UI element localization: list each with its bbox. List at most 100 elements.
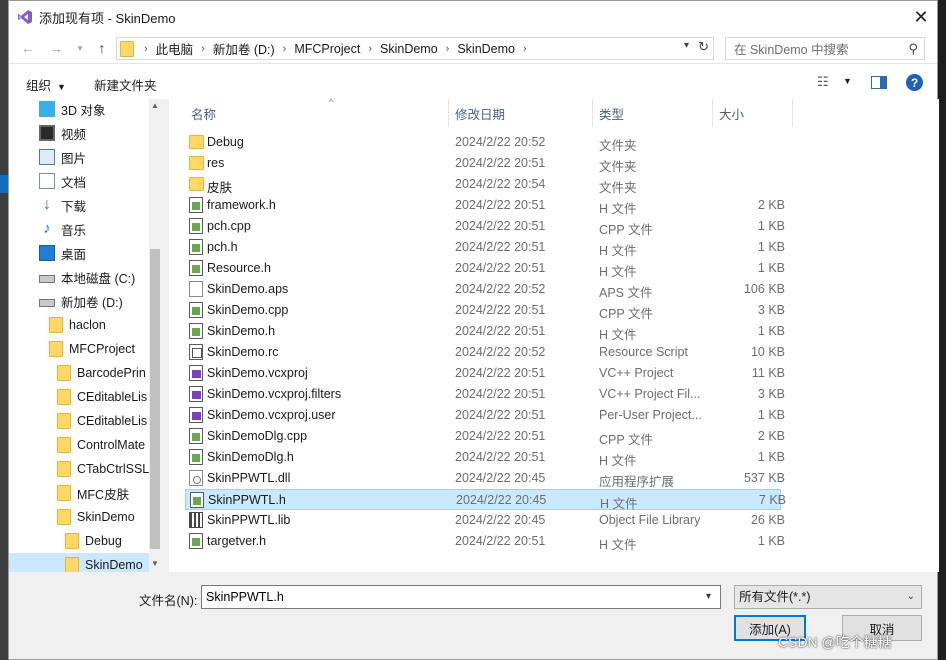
forward-button[interactable]: → [47,39,65,57]
address-dropdown-icon[interactable]: ▾ [684,40,689,51]
nav-item[interactable]: ↓ 下载 [9,193,149,217]
nav-scrollbar[interactable]: ▲ ▼ [149,99,161,572]
file-type: 文件夹 [599,181,637,195]
scroll-up-icon[interactable]: ▲ [151,101,159,110]
nav-item[interactable]: ControlMate [9,433,149,457]
nav-item[interactable]: SkinDemo [9,505,149,529]
nav-item[interactable]: 3D 对象 [9,99,149,121]
file-row[interactable]: SkinDemo.vcxproj.filters 2024/2/22 20:51 V… [185,384,785,405]
preview-pane-icon[interactable] [871,76,887,89]
filename-dropdown-icon[interactable]: ▾ [706,591,711,602]
code-file-icon [189,323,203,339]
vc-project-icon [189,407,203,423]
scroll-down-icon[interactable]: ▼ [151,559,159,568]
nav-item[interactable]: CEditableLis [9,409,149,433]
file-type: H 文件 [599,244,637,258]
file-row[interactable]: SkinDemo.h 2024/2/22 20:51 H 文件 1 KB [185,321,785,342]
search-input[interactable]: 在 SkinDemo 中搜索 [734,39,849,58]
folder-icon [189,177,204,191]
file-row[interactable]: SkinDemo.cpp 2024/2/22 20:51 CPP 文件 3 KB [185,300,785,321]
file-date: 2024/2/22 20:51 [455,219,546,233]
nav-item[interactable]: 本地磁盘 (C:) [9,265,149,289]
nav-item-label: SkinDemo [77,510,135,524]
file-row[interactable]: 皮肤 2024/2/22 20:54 文件夹 [185,174,781,195]
folder-icon [189,156,204,170]
column-header-date[interactable]: 修改日期 [449,99,593,127]
file-name: SkinDemo.vcxproj.user [207,408,336,422]
organize-button[interactable]: 组织 ▼ [26,75,66,94]
file-row[interactable]: SkinDemo.vcxproj.user 2024/2/22 20:51 Per-… [185,405,785,426]
file-row[interactable]: SkinDemo.rc 2024/2/22 20:52 Resource Scrip… [185,342,785,363]
file-date: 2024/2/22 20:51 [455,534,546,548]
file-row[interactable]: SkinDemo.aps 2024/2/22 20:52 APS 文件 106 KB [185,279,785,300]
refresh-icon[interactable]: ↻ [698,39,709,55]
file-row[interactable]: SkinPPWTL.lib 2024/2/22 20:45 Object File … [185,510,785,531]
recent-locations-button[interactable]: ▾ [71,39,89,57]
view-options-icon[interactable]: ☷ [817,74,829,90]
file-row[interactable]: SkinDemoDlg.h 2024/2/22 20:51 H 文件 1 KB [185,447,785,468]
file-row[interactable]: res 2024/2/22 20:51 文件夹 [185,153,781,174]
nav-item[interactable]: haclon [9,313,149,337]
nav-scrollbar-thumb[interactable] [150,249,160,549]
file-type: H 文件 [599,202,637,216]
arrow-up-icon: ↑ [98,40,106,56]
file-row[interactable]: SkinPPWTL.dll 2024/2/22 20:45 应用程序扩展 537 KB [185,468,785,489]
address-row: ← → ▾ ↑ › 此电脑 › 新加卷 (D:) › MFCProject › … [9,33,937,63]
nav-item[interactable]: SkinDemo [9,553,149,572]
file-row[interactable]: Resource.h 2024/2/22 20:51 H 文件 1 KB [185,258,785,279]
file-row[interactable]: SkinDemo.vcxproj 2024/2/22 20:51 VC++ Proj… [185,363,785,384]
chevron-down-icon: ▾ [77,42,83,53]
address-bar[interactable]: › 此电脑 › 新加卷 (D:) › MFCProject › SkinDemo… [116,37,714,60]
nav-item-label: CEditableLis [77,414,148,428]
column-header-type[interactable]: 类型 [593,99,713,127]
file-size: 1 KB [757,534,785,548]
nav-item[interactable]: CEditableLis [9,385,149,409]
breadcrumb-this-pc[interactable]: 此电脑 [156,39,194,58]
nav-item[interactable]: MFC皮肤 [9,481,149,505]
new-folder-button[interactable]: 新建文件夹 [94,75,157,94]
file-row[interactable]: SkinPPWTL.h 2024/2/22 20:45 H 文件 7 KB [185,489,786,511]
filename-input[interactable] [201,585,721,609]
nav-item[interactable]: 图片 [9,145,149,169]
file-row[interactable]: framework.h 2024/2/22 20:51 H 文件 2 KB [185,195,785,216]
nav-item[interactable]: MFCProject [9,337,149,361]
file-row[interactable]: targetver.h 2024/2/22 20:51 H 文件 1 KB [185,531,785,552]
nav-item[interactable]: 新加卷 (D:) [9,289,149,313]
nav-item[interactable]: CTabCtrlSSL [9,457,149,481]
file-row[interactable]: pch.cpp 2024/2/22 20:51 CPP 文件 1 KB [185,216,785,237]
nav-item-label: Debug [85,534,122,548]
column-header-size[interactable]: 大小 [713,99,793,127]
file-type: 文件夹 [599,160,637,174]
file-type: CPP 文件 [599,223,653,237]
file-name: SkinDemoDlg.h [207,450,294,464]
file-type: VC++ Project Fil... [599,387,701,401]
up-button[interactable]: ↑ [93,39,111,57]
background-editor-right [938,0,946,660]
file-name: Debug [207,135,244,149]
file-size: 7 KB [758,493,786,507]
nav-item[interactable]: BarcodePrin [9,361,149,385]
nav-item[interactable]: 文档 [9,169,149,193]
breadcrumb-skindemo[interactable]: SkinDemo [380,42,438,56]
help-icon[interactable]: ? [906,74,923,91]
file-date: 2024/2/22 20:45 [455,513,546,527]
nav-item[interactable]: Debug [9,529,149,553]
add-existing-item-dialog: 添加现有项 - SkinDemo ✕ ← → ▾ ↑ › 此电脑 › 新加卷 (… [8,0,939,660]
file-row[interactable]: pch.h 2024/2/22 20:51 H 文件 1 KB [185,237,785,258]
file-date: 2024/2/22 20:51 [455,429,546,443]
search-box[interactable]: 在 SkinDemo 中搜索 ⚲ [725,37,925,60]
nav-item[interactable]: ♪ 音乐 [9,217,149,241]
view-options-caret-icon[interactable]: ▼ [843,76,852,86]
breadcrumb-mfcproject[interactable]: MFCProject [294,42,360,56]
filetype-select[interactable]: 所有文件(*.*) ⌄ [734,585,922,609]
file-type: Resource Script [599,345,688,359]
column-header-name[interactable]: 名称 ^ [185,97,449,127]
close-button[interactable]: ✕ [907,3,935,31]
breadcrumb-skindemo-sub[interactable]: SkinDemo [457,42,515,56]
file-row[interactable]: SkinDemoDlg.cpp 2024/2/22 20:51 CPP 文件 2 KB [185,426,785,447]
back-button[interactable]: ← [19,39,37,57]
breadcrumb-drive-d[interactable]: 新加卷 (D:) [213,39,275,58]
nav-item[interactable]: 桌面 [9,241,149,265]
file-row[interactable]: Debug 2024/2/22 20:52 文件夹 [185,132,781,153]
nav-item[interactable]: 视频 [9,121,149,145]
